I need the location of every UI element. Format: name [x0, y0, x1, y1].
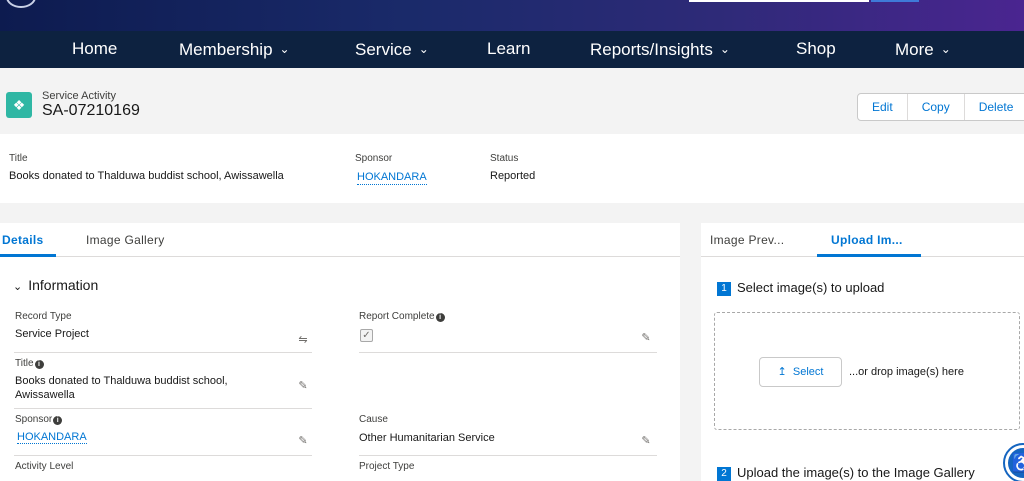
step-1-text: Select image(s) to upload: [737, 280, 885, 295]
change-record-type-icon[interactable]: ⇋: [297, 334, 309, 346]
edit-button[interactable]: Edit: [858, 94, 907, 120]
field-divider: [14, 408, 312, 409]
report-complete-checkbox: ✓: [360, 329, 373, 342]
upload-icon: ↥: [777, 366, 787, 378]
nav-more-label: More: [895, 40, 934, 59]
chevron-down-icon: ⌄: [418, 42, 429, 56]
info-icon[interactable]: i: [34, 360, 44, 369]
chevron-down-icon: ⌄: [940, 42, 951, 56]
title-field-label-text: Title: [15, 358, 34, 369]
details-card: Details Image Gallery ⌄ Information Recor…: [0, 223, 680, 481]
highlight-status-value: Reported: [490, 170, 536, 182]
handshake-icon: ❖: [6, 92, 32, 118]
activity-level-label: Activity Level: [15, 461, 74, 472]
tab-upload-images[interactable]: Upload Im...: [831, 233, 903, 247]
nav-more[interactable]: More ⌄: [895, 31, 951, 68]
chevron-down-icon: ⌄: [719, 42, 730, 56]
image-upload-card: Image Prev... Upload Im... 1 Select image…: [701, 223, 1024, 481]
nav-learn[interactable]: Learn: [487, 31, 530, 68]
nav-shop-label: Shop: [796, 39, 836, 58]
nav-reports-insights[interactable]: Reports/Insights ⌄: [590, 31, 730, 68]
pencil-icon[interactable]: ✎: [640, 435, 652, 447]
upload-tabs: Image Prev... Upload Im...: [701, 223, 1024, 257]
info-icon[interactable]: i: [435, 313, 445, 322]
tab-details[interactable]: Details: [2, 233, 43, 247]
record-object-type: Service Activity: [42, 90, 116, 102]
report-complete-label-text: Report Complete: [359, 311, 435, 322]
nav-reports-label: Reports/Insights: [590, 40, 713, 59]
field-divider: [14, 455, 312, 456]
select-button-label: Select: [792, 366, 824, 378]
main-nav: Home Membership ⌄ Service ⌄ Learn Reports/…: [0, 31, 1024, 68]
title-field-label: Title i: [15, 358, 44, 369]
details-tabs: Details Image Gallery: [0, 223, 680, 257]
title-field-value: Books donated to Thalduwa buddist school…: [15, 375, 228, 401]
field-divider: [359, 352, 657, 353]
info-icon[interactable]: i: [53, 416, 63, 425]
record-type-value: Service Project: [15, 328, 89, 340]
project-type-label: Project Type: [359, 461, 415, 472]
drop-hint: ...or drop image(s) here: [849, 366, 964, 378]
field-divider: [359, 455, 657, 456]
information-section-title: Information: [28, 277, 99, 293]
highlight-sponsor-link[interactable]: HOKANDARA: [357, 171, 427, 185]
active-tab-indicator: [817, 254, 921, 257]
sponsor-field-label-text: Sponsor: [15, 414, 53, 425]
step-2-badge: 2: [717, 467, 731, 481]
highlight-title-value: Books donated to Thalduwa buddist school…: [9, 170, 284, 182]
record-type-label: Record Type: [15, 311, 72, 322]
delete-button[interactable]: Delete: [963, 94, 1024, 120]
tab-image-gallery[interactable]: Image Gallery: [86, 233, 165, 247]
nav-membership[interactable]: Membership ⌄: [179, 31, 290, 68]
chevron-down-icon: ⌄: [279, 42, 290, 56]
highlight-status-label: Status: [490, 153, 519, 164]
step-2-title: 2 Upload the image(s) to the Image Galler…: [717, 465, 975, 481]
accessibility-icon: ♿: [1008, 448, 1024, 478]
nav-shop[interactable]: Shop: [796, 31, 836, 68]
pencil-icon[interactable]: ✎: [297, 380, 309, 392]
nav-home[interactable]: Home: [72, 31, 117, 68]
record-actions: Edit Copy Delete: [857, 93, 1024, 121]
nav-service[interactable]: Service ⌄: [355, 31, 429, 68]
pencil-icon[interactable]: ✎: [640, 332, 652, 344]
step-1-badge: 1: [717, 282, 731, 296]
pencil-icon[interactable]: ✎: [297, 435, 309, 447]
step-2-text: Upload the image(s) to the Image Gallery: [737, 465, 975, 480]
sponsor-link[interactable]: HOKANDARA: [17, 431, 87, 444]
record-header: ❖ Service Activity SA-07210169 Edit Copy…: [0, 78, 1024, 134]
logo[interactable]: [6, 0, 36, 8]
record-title: SA-07210169: [42, 102, 140, 119]
cause-field-value: Other Humanitarian Service: [359, 432, 495, 444]
nav-learn-label: Learn: [487, 39, 531, 58]
nav-home-label: Home: [72, 39, 118, 58]
field-divider: [14, 352, 312, 353]
chevron-down-icon: ⌄: [13, 281, 23, 293]
sponsor-field-label: Sponsor i: [15, 414, 63, 425]
copy-button[interactable]: Copy: [906, 94, 964, 120]
nav-service-label: Service: [355, 40, 412, 59]
step-1-title: 1 Select image(s) to upload: [717, 280, 884, 296]
highlight-sponsor-label: Sponsor: [355, 153, 393, 164]
tab-image-preview[interactable]: Image Prev...: [710, 233, 784, 247]
active-tab-indicator: [0, 254, 56, 257]
image-dropzone[interactable]: ↥ Select ...or drop image(s) here: [714, 312, 1020, 430]
select-images-button[interactable]: ↥ Select: [759, 357, 842, 387]
information-section-toggle[interactable]: ⌄ Information: [13, 277, 98, 293]
cause-field-label: Cause: [359, 414, 388, 425]
top-banner: [0, 0, 1024, 31]
search-button[interactable]: [871, 0, 919, 2]
report-complete-label: Report Complete i: [359, 311, 445, 322]
highlights-panel: Title Books donated to Thalduwa buddist …: [0, 134, 1024, 203]
nav-membership-label: Membership: [179, 40, 273, 59]
search-input[interactable]: [689, 0, 869, 2]
highlight-title-label: Title: [9, 153, 28, 164]
